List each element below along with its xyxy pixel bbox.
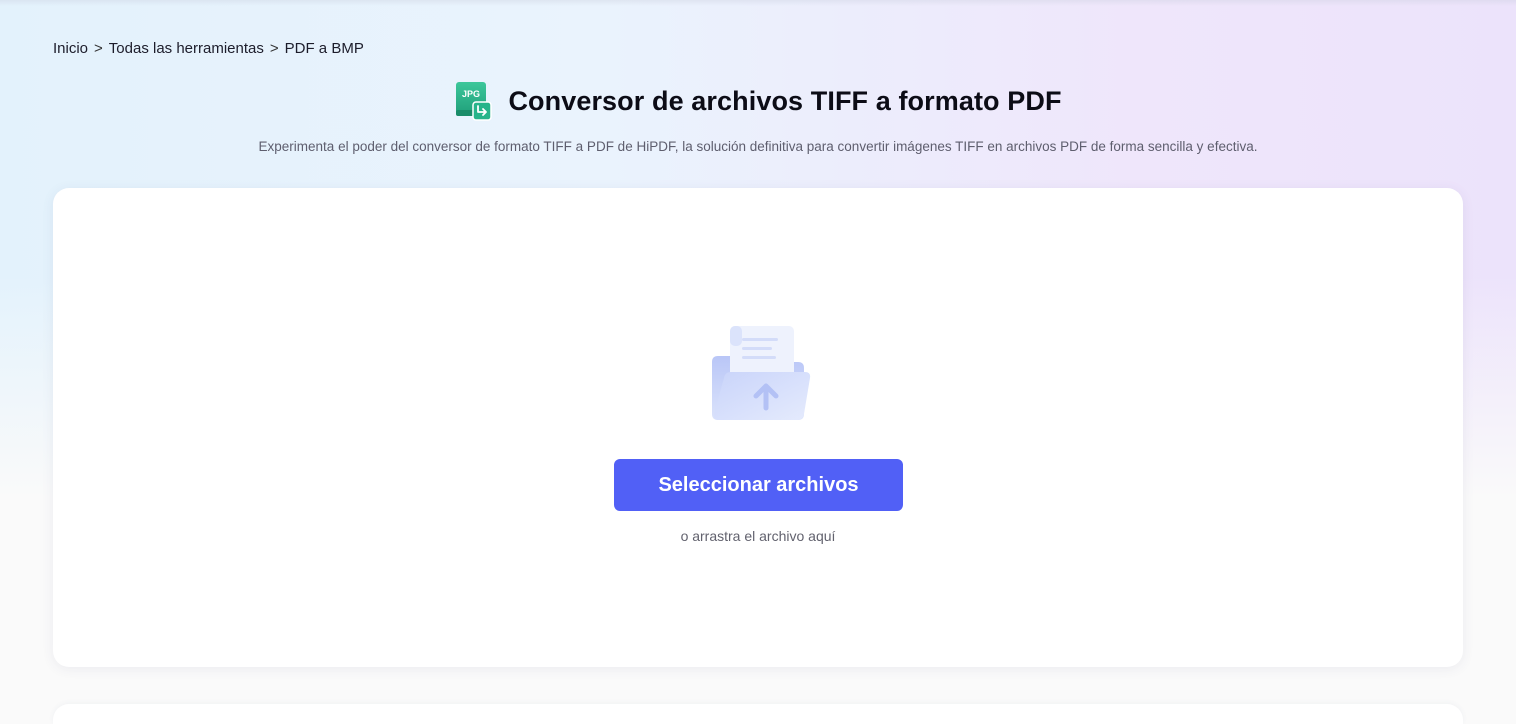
top-shadow <box>0 0 1516 6</box>
breadcrumb-current: PDF a BMP <box>284 40 364 57</box>
breadcrumb-home[interactable]: Inicio <box>53 40 88 57</box>
breadcrumb-all-tools[interactable]: Todas las herramientas <box>109 40 264 57</box>
folder-upload-icon <box>708 324 812 426</box>
breadcrumb-separator: > <box>269 40 279 57</box>
breadcrumb: Inicio > Todas las herramientas > PDF a BMP <box>53 40 364 57</box>
tool-icon-label: JPG <box>462 89 480 99</box>
upload-dropzone[interactable]: Seleccionar archivos o arrastra el archi… <box>53 188 1463 667</box>
drag-drop-hint: o arrastra el archivo aquí <box>680 528 836 544</box>
next-section-card <box>53 704 1463 724</box>
select-files-button[interactable]: Seleccionar archivos <box>614 459 903 511</box>
jpg-convert-icon: JPG <box>454 80 494 122</box>
title-row: JPG Conversor de archivos TIFF a formato… <box>0 80 1516 122</box>
page-subtitle: Experimenta el poder del conversor de fo… <box>258 139 1258 154</box>
breadcrumb-separator: > <box>94 40 103 57</box>
page-title: Conversor de archivos TIFF a formato PDF <box>508 85 1062 116</box>
